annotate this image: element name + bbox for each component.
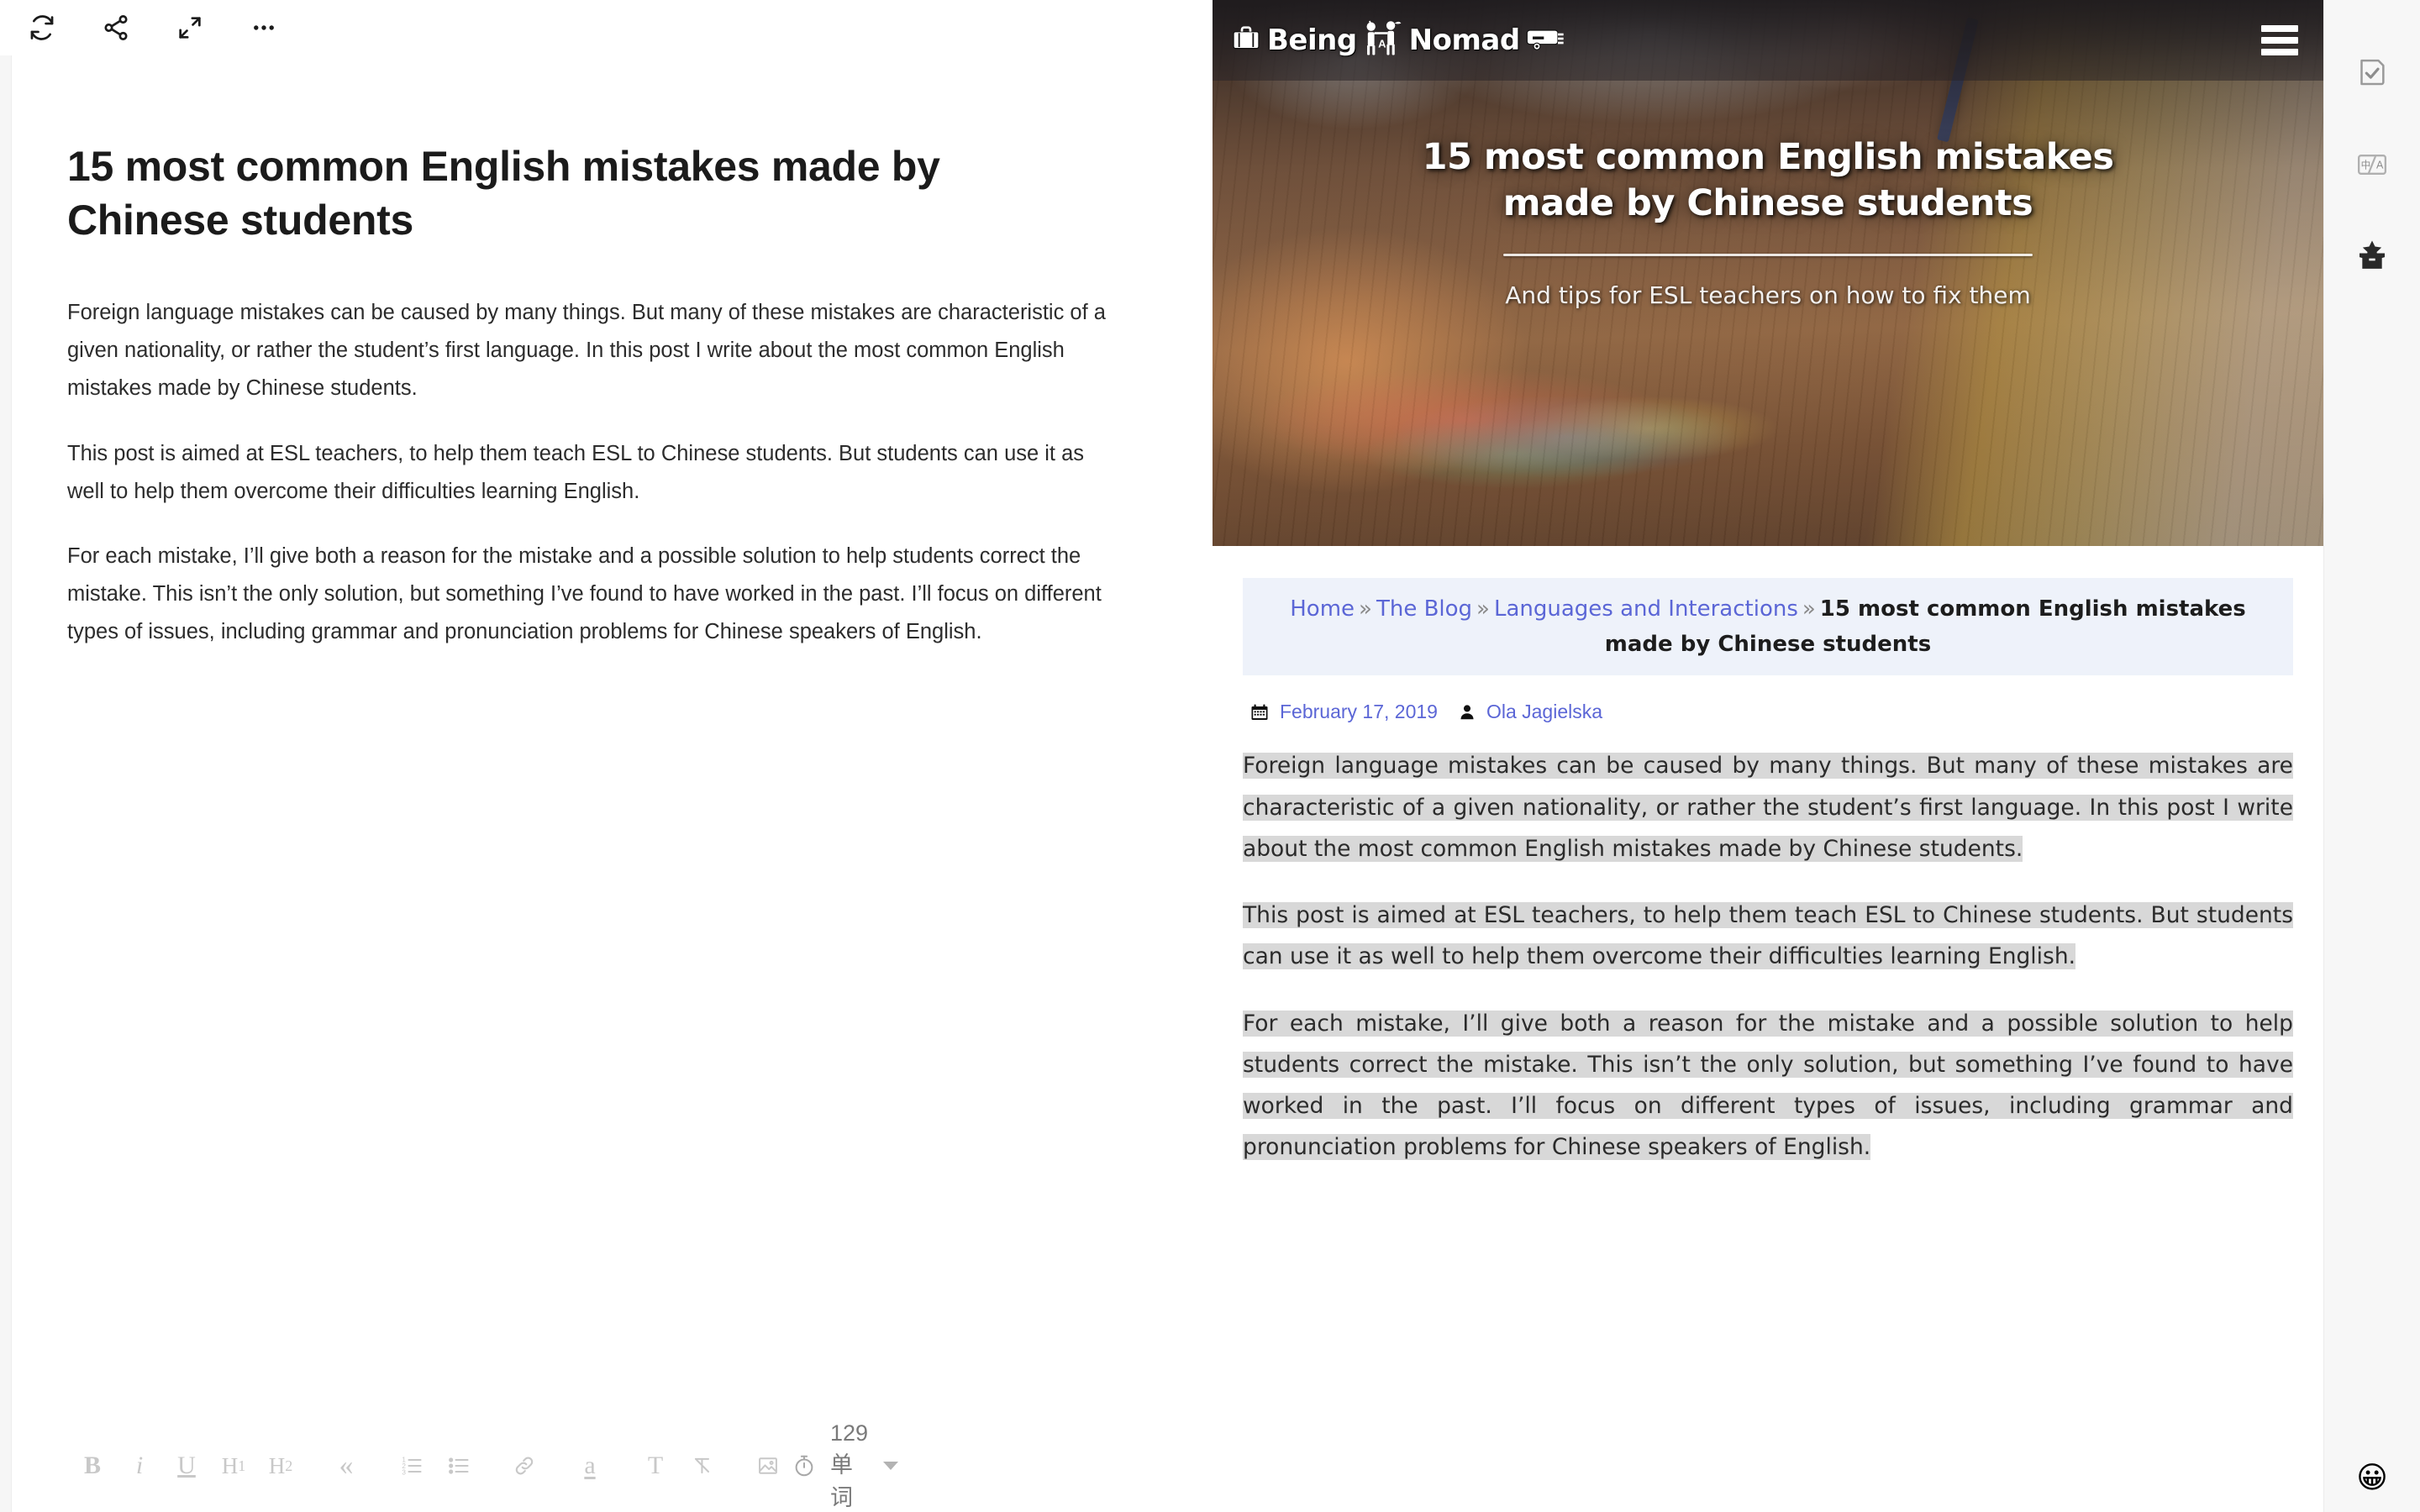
hero-title-line-1: 15 most common English mistakes [1422,136,2114,178]
clear-format-button[interactable] [679,1441,726,1491]
hero-title-line-2: made by Chinese students [1502,182,2033,225]
insert-image-button[interactable] [744,1441,792,1491]
hamburger-bar [2261,49,2298,55]
fullscreen-icon[interactable] [171,9,208,46]
heading-1-button[interactable]: H1 [210,1441,257,1491]
italic-button[interactable]: i [116,1441,163,1491]
selected-text: Foreign language mistakes can be caused … [1243,753,2293,862]
post-meta: February 17, 2019 Ola Jagielska [1249,701,2293,723]
document-paragraph: Foreign language mistakes can be caused … [67,301,1106,400]
caravan-icon [1524,24,1566,57]
breadcrumb-link-languages-and-interactions[interactable]: Languages and Interactions [1494,596,1798,622]
right-sidebar: 中 A 😀 [2323,0,2420,1512]
article-paragraph: For each mistake, I’ll give both a reaso… [1243,1003,2293,1168]
document-paragraph: For each mistake, I’ll give both a reaso… [67,544,1102,644]
link-button[interactable] [501,1441,548,1491]
bold-button[interactable]: B [69,1441,116,1491]
breadcrumb-separator: » [1476,596,1490,622]
highlight-button[interactable]: a [566,1441,613,1491]
format-button-group: B i U H1 H2 « 1 2 3 a T [12,1441,792,1491]
web-article: Home» The Blog» Languages and Interactions… [1213,546,2323,1168]
breadcrumb: Home» The Blog» Languages and Interactions… [1243,578,2293,676]
document-check-icon[interactable] [2349,50,2396,97]
heading-2-button[interactable]: H2 [257,1441,304,1491]
timer-icon [792,1453,817,1478]
suitcase-icon [1229,22,1263,60]
document-title: 15 most common English mistakes made by … [67,143,940,244]
editor-gutter [0,0,12,1512]
chevron-down-icon[interactable] [883,1462,899,1470]
svg-text:A: A [2376,159,2384,171]
app-root: 15 most common English mistakes made by … [0,0,2420,1512]
breadcrumb-separator: » [1359,596,1372,622]
hamburger-bar [2261,37,2298,44]
breadcrumb-separator: » [1802,596,1816,622]
svg-text:A: A [1378,37,1386,50]
hamburger-bar [2261,25,2298,32]
svg-text:3: 3 [402,1469,406,1477]
calendar-icon [1249,702,1270,722]
post-date[interactable]: February 17, 2019 [1280,701,1438,723]
emoji-icon[interactable]: 😀 [2356,1463,2388,1494]
web-preview-pane: Being A Nomad 15 most common English mis… [1213,0,2323,1512]
word-count-label: 129 单词 [830,1420,869,1510]
user-icon [1458,703,1476,722]
article-paragraph: Foreign language mistakes can be caused … [1243,745,2293,869]
more-icon[interactable] [245,9,282,46]
share-icon[interactable] [97,9,134,46]
editor-pane: 15 most common English mistakes made by … [0,0,1213,1512]
editor-top-toolbar [0,0,1213,55]
text-color-button[interactable]: T [632,1441,679,1491]
sync-icon[interactable] [24,9,60,46]
underline-button[interactable]: U [163,1441,210,1491]
site-logo[interactable]: Being A Nomad [1229,18,1566,64]
hero-divider [1503,254,2033,257]
unordered-list-button[interactable] [435,1441,482,1491]
hero-caption: 15 most common English mistakes made by … [1213,134,2323,309]
hero-banner: Being A Nomad 15 most common English mis… [1213,0,2323,546]
editor-format-toolbar: B i U H1 H2 « 1 2 3 a T 129 单词 [12,1420,1213,1512]
hero-subtitle: And tips for ESL teachers on how to fix … [1505,281,2031,310]
editor-document[interactable]: 15 most common English mistakes made by … [12,55,1213,1420]
breadcrumb-link-the-blog[interactable]: The Blog [1376,596,1472,622]
article-paragraph: This post is aimed at ESL teachers, to h… [1243,895,2293,978]
svg-text:中: 中 [2361,159,2371,171]
hamburger-menu-icon[interactable] [2261,25,2298,55]
translate-icon[interactable]: 中 A [2349,141,2396,188]
logo-text-nomad: Nomad [1408,24,1521,57]
breadcrumb-link-home[interactable]: Home [1290,596,1355,622]
post-author[interactable]: Ola Jagielska [1486,701,1602,723]
people-icon: A [1361,18,1405,64]
selected-text: This post is aimed at ESL teachers, to h… [1243,902,2293,970]
logo-text-being: Being [1267,24,1357,57]
selected-text: For each mistake, I’ll give both a reaso… [1243,1010,2293,1161]
blockquote-button[interactable]: « [323,1441,370,1491]
collect-box-icon[interactable] [2349,232,2396,279]
ordered-list-button[interactable]: 1 2 3 [388,1441,435,1491]
site-header: Being A Nomad [1213,0,2323,81]
document-paragraph: This post is aimed at ESL teachers, to h… [67,441,1085,503]
